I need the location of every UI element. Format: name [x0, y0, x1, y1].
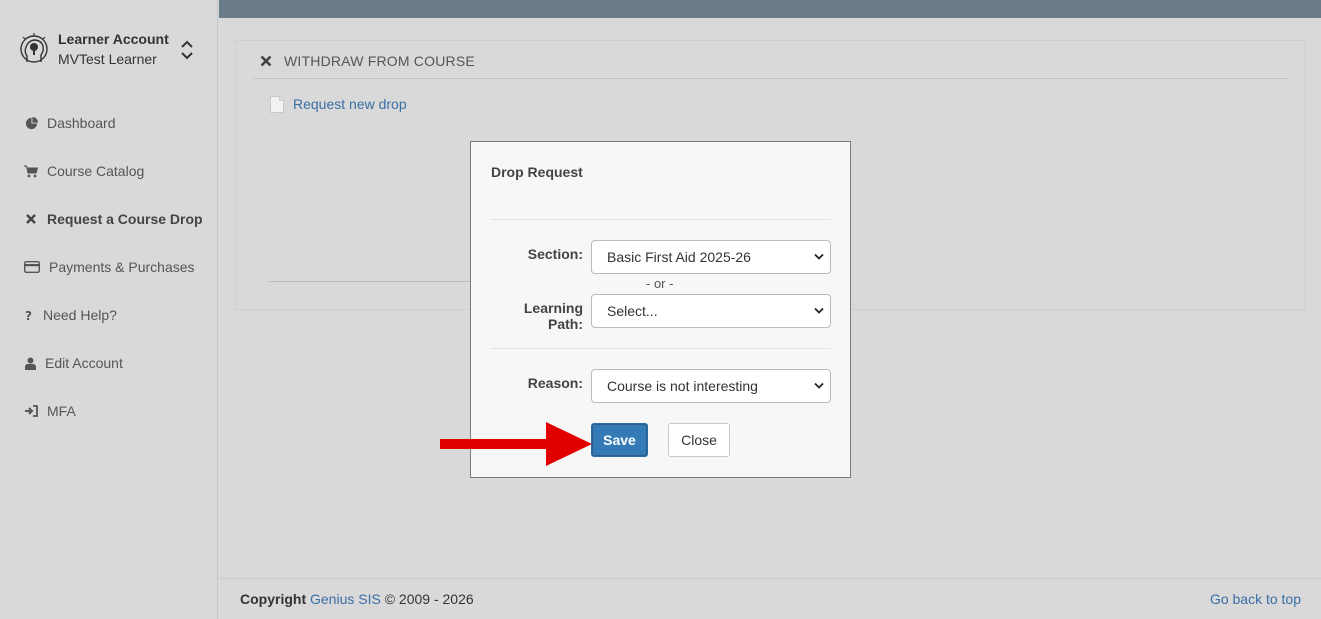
chevron-up-down-icon[interactable]	[180, 38, 194, 62]
account-role: Learner Account	[58, 31, 169, 47]
sidebar-item-dashboard[interactable]: Dashboard	[0, 99, 218, 147]
cart-icon	[24, 164, 38, 178]
section-selected-value: Basic First Aid 2025-26	[607, 249, 751, 265]
modal-divider	[491, 348, 831, 349]
panel-title: WITHDRAW FROM COURSE	[284, 53, 475, 69]
section-select[interactable]: Basic First Aid 2025-26	[591, 240, 831, 274]
sidebar-nav: Dashboard Course Catalog Request a Cours…	[0, 99, 218, 435]
close-icon	[260, 55, 272, 67]
copyright-years: © 2009 - 2026	[384, 591, 474, 607]
learner-avatar-icon	[20, 33, 48, 63]
sidebar-item-label: Course Catalog	[47, 163, 145, 179]
close-button[interactable]: Close	[668, 423, 730, 457]
request-new-drop-link[interactable]: Request new drop	[270, 95, 407, 113]
panel-header: WITHDRAW FROM COURSE	[254, 51, 1288, 79]
modal-title: Drop Request	[491, 164, 583, 180]
sidebar-item-label: Edit Account	[45, 355, 123, 371]
sidebar-item-payments[interactable]: Payments & Purchases	[0, 243, 218, 291]
reason-select[interactable]: Course is not interesting	[591, 369, 831, 403]
sidebar-item-need-help[interactable]: ? Need Help?	[0, 291, 218, 339]
modal-divider	[491, 219, 831, 220]
svg-text:?: ?	[25, 309, 32, 321]
save-button[interactable]: Save	[591, 423, 648, 457]
sidebar-item-course-catalog[interactable]: Course Catalog	[0, 147, 218, 195]
sidebar-item-label: Payments & Purchases	[49, 259, 195, 275]
footer-copyright: Copyright Genius SIS © 2009 - 2026	[240, 591, 474, 607]
copyright-label: Copyright	[240, 591, 307, 607]
learning-path-select[interactable]: Select...	[591, 294, 831, 328]
top-bar	[219, 0, 1321, 18]
go-back-to-top-link[interactable]: Go back to top	[1210, 591, 1301, 607]
pie-chart-icon	[24, 116, 38, 130]
account-switcher[interactable]: Learner Account MVTest Learner	[16, 30, 206, 70]
user-icon	[24, 356, 36, 370]
or-separator: - or -	[646, 276, 674, 291]
chevron-down-icon	[814, 382, 824, 389]
reason-label: Reason:	[527, 375, 583, 391]
reason-selected-value: Course is not interesting	[607, 378, 758, 394]
learning-path-label: Learning Path:	[523, 300, 583, 332]
request-new-drop-label: Request new drop	[293, 96, 407, 112]
sidebar-item-label: MFA	[47, 403, 76, 419]
account-name: MVTest Learner	[58, 51, 157, 67]
close-icon	[24, 212, 38, 226]
credit-card-icon	[24, 260, 40, 274]
genius-sis-link[interactable]: Genius SIS	[310, 591, 381, 607]
chevron-down-icon	[814, 307, 824, 314]
chevron-down-icon	[814, 253, 824, 260]
sidebar-item-mfa[interactable]: MFA	[0, 387, 218, 435]
sidebar-item-label: Need Help?	[43, 307, 117, 323]
red-arrow-icon	[440, 422, 592, 466]
question-icon: ?	[24, 308, 34, 322]
panel-divider	[269, 281, 473, 282]
sign-in-icon	[24, 404, 38, 418]
sidebar-item-label: Dashboard	[47, 115, 116, 131]
learning-path-selected-value: Select...	[607, 303, 658, 319]
sidebar-item-edit-account[interactable]: Edit Account	[0, 339, 218, 387]
sidebar-item-request-course-drop[interactable]: Request a Course Drop	[0, 195, 218, 243]
sidebar-item-label: Request a Course Drop	[47, 211, 203, 227]
footer: Copyright Genius SIS © 2009 - 2026 Go ba…	[219, 578, 1321, 619]
document-icon	[270, 95, 284, 113]
section-label: Section:	[527, 246, 583, 262]
sidebar: Learner Account MVTest Learner Dashboard…	[0, 0, 218, 619]
